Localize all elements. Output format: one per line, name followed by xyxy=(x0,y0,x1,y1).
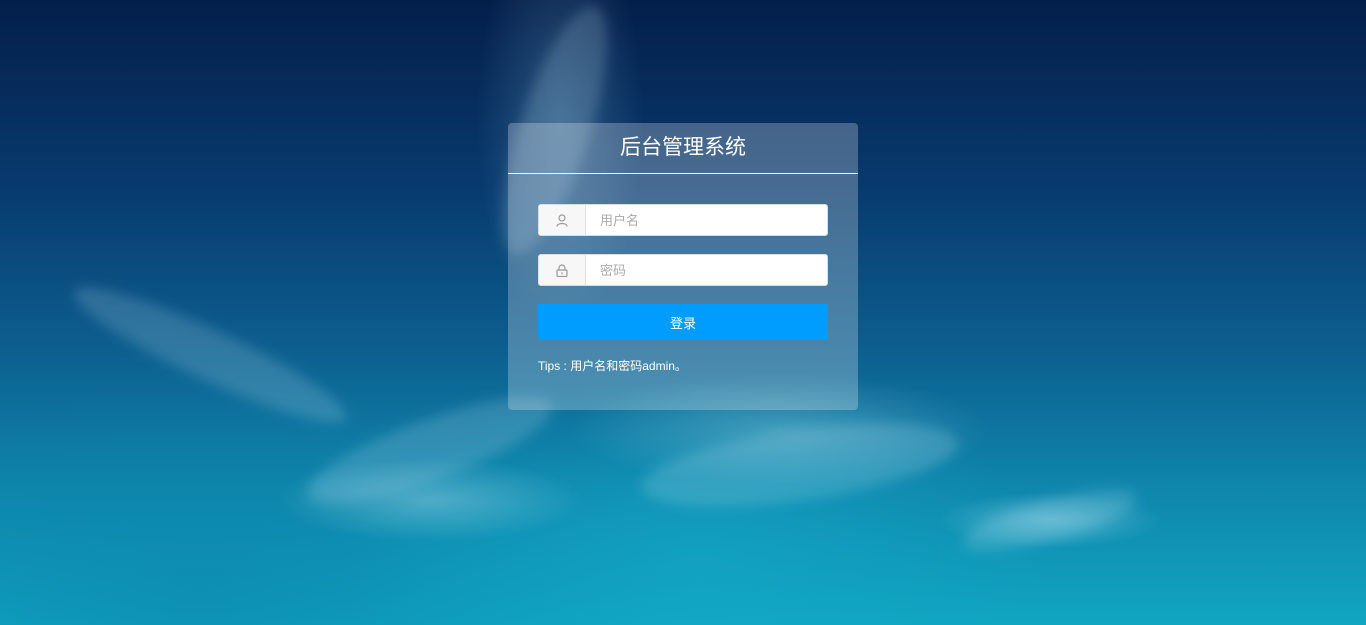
cloud-wisp xyxy=(636,408,964,522)
login-panel: 后台管理系统 登录 Tips : 用户名和密码admin。 xyxy=(508,123,858,410)
cloud-wisp xyxy=(957,477,1143,563)
username-input[interactable] xyxy=(586,205,827,235)
lock-icon xyxy=(539,255,586,285)
user-icon xyxy=(539,205,586,235)
cloud-wisp xyxy=(63,268,357,442)
password-input[interactable] xyxy=(586,255,827,285)
login-tips: Tips : 用户名和密码admin。 xyxy=(538,359,687,373)
login-button[interactable]: 登录 xyxy=(538,304,828,340)
password-field xyxy=(538,254,828,286)
username-field xyxy=(538,204,828,236)
login-title: 后台管理系统 xyxy=(508,123,858,174)
